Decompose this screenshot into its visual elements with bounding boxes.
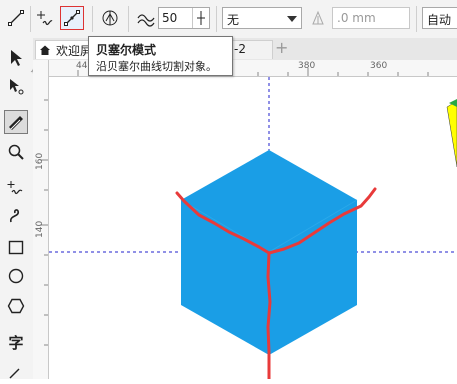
smoothing-stepper[interactable]: 50 (158, 7, 210, 29)
zoom-tool-button[interactable] (4, 140, 28, 164)
toolbox: 字 (0, 38, 34, 379)
ruler-ticks (40, 99, 48, 346)
ellipse-tool-button[interactable] (4, 264, 28, 288)
tab-document-label: -2 (234, 42, 246, 56)
stepper-arrows-icon[interactable] (192, 8, 209, 28)
knife-mode-icon[interactable] (98, 6, 122, 30)
rectangle-icon (8, 240, 24, 255)
tooltip-title: 贝塞尔模式 (96, 43, 157, 57)
ruler-label: 140 (35, 220, 45, 238)
canvas-drawing (49, 77, 457, 381)
outline-width-value[interactable]: .0 mm (337, 11, 376, 25)
tab-welcome-label: 欢迎屏 (56, 44, 93, 58)
polygon-tool-button[interactable] (4, 294, 28, 318)
text-tool-label: 字 (8, 333, 24, 352)
freehand-tool-button[interactable] (4, 176, 28, 200)
property-bar: 50 无 .0 mm 自动 (0, 0, 457, 39)
arrow-pointer-icon (11, 50, 22, 66)
ruler-label: 160 (35, 152, 45, 170)
shape-tool-button[interactable] (4, 74, 28, 98)
new-tab-button[interactable]: + (275, 38, 288, 57)
knife-cut-line-vertical (266, 251, 272, 381)
fill-select-value: 无 (227, 13, 240, 27)
drawing-canvas[interactable] (49, 77, 457, 381)
chevron-down-icon (287, 16, 297, 22)
freehand-node-icon[interactable] (34, 6, 58, 30)
color-swatch (446, 100, 457, 168)
rectangle-tool-button[interactable] (4, 235, 28, 259)
tab-welcome[interactable]: 欢迎屏 (35, 40, 95, 59)
ruler-label: 360 (370, 61, 388, 71)
auto-button-label: 自动 (427, 13, 452, 27)
vertical-ruler[interactable]: 160 140 (33, 60, 49, 379)
parallel-dimension-tool-button[interactable] (4, 360, 28, 384)
knife-icon (9, 116, 23, 130)
bezier-mode-tooltip: 贝塞尔模式 沿贝塞尔曲线切割对象。 (88, 36, 233, 76)
bezier-mode-button[interactable] (60, 6, 84, 30)
outline-pen-icon[interactable] (306, 6, 330, 30)
home-icon (40, 45, 50, 55)
auto-button[interactable]: 自动 (422, 7, 457, 29)
smoothing-value[interactable]: 50 (162, 11, 177, 25)
magnifier-icon (8, 144, 24, 160)
smoothing-icon (134, 6, 158, 30)
line-tool-icon[interactable] (4, 6, 28, 30)
shape-node-icon (10, 79, 24, 95)
dimension-icon (9, 368, 20, 379)
knife-tool-button[interactable] (4, 110, 28, 134)
fill-select[interactable]: 无 (222, 7, 302, 29)
tab-document[interactable]: -2 (229, 40, 273, 59)
ruler-label: 380 (298, 61, 316, 71)
freehand-icon (7, 181, 23, 195)
curve-icon (10, 209, 19, 223)
polygon-icon (7, 298, 25, 314)
bezier-mode-icon (64, 10, 80, 26)
artistic-media-tool-button[interactable] (4, 204, 28, 228)
outline-width-field[interactable]: .0 mm (332, 7, 410, 29)
text-tool-button[interactable]: 字 (4, 330, 28, 354)
tooltip-description: 沿贝塞尔曲线切割对象。 (96, 60, 217, 73)
pick-tool-button[interactable] (4, 46, 28, 70)
ellipse-icon (8, 268, 24, 284)
